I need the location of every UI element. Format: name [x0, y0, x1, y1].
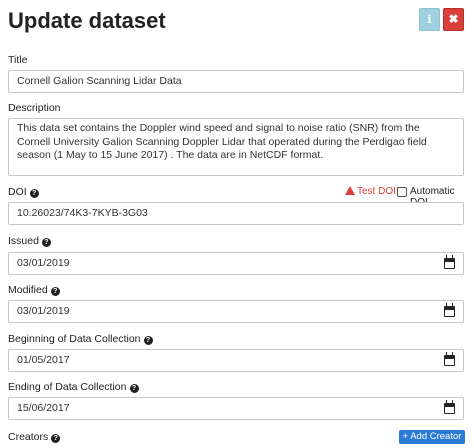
end-collection-date-value: 15/06/2017 — [17, 402, 70, 414]
add-creator-button[interactable]: + Add Creator — [399, 430, 465, 444]
end-collection-label: Ending of Data Collection — [8, 381, 127, 393]
calendar-icon[interactable] — [444, 400, 455, 414]
question-icon[interactable]: ? — [51, 434, 61, 443]
end-collection-date-input[interactable]: 15/06/2017 — [8, 397, 464, 420]
calendar-icon[interactable] — [444, 303, 455, 317]
calendar-icon[interactable] — [444, 352, 455, 366]
doi-label-row: DOI? — [8, 186, 39, 198]
title-input[interactable]: Cornell Galion Scanning Lidar Data — [8, 70, 464, 93]
title-label: Title — [8, 54, 28, 66]
begin-collection-date-input[interactable]: 01/05/2017 — [8, 349, 464, 372]
description-label: Description — [8, 102, 61, 114]
begin-collection-label: Beginning of Data Collection — [8, 333, 141, 345]
close-button[interactable]: ✖ — [443, 8, 464, 31]
creators-label: Creators — [8, 431, 49, 443]
question-icon[interactable]: ? — [143, 336, 153, 345]
calendar-icon[interactable] — [444, 255, 455, 269]
begin-collection-date-value: 01/05/2017 — [17, 354, 70, 366]
question-icon[interactable]: ? — [50, 287, 60, 296]
test-doi-warning: Test DOI! — [345, 186, 399, 197]
modified-label: Modified — [8, 284, 48, 296]
begin-collection-label-row: Beginning of Data Collection? — [8, 333, 153, 345]
issued-label: Issued — [8, 235, 39, 247]
issued-date-input[interactable]: 03/01/2019 — [8, 252, 464, 275]
modal-header: Update dataset i ✖ — [0, 0, 474, 44]
warning-icon — [345, 186, 355, 195]
description-textarea[interactable]: This data set contains the Doppler wind … — [8, 118, 464, 176]
modified-date-value: 03/01/2019 — [17, 305, 70, 317]
page-title: Update dataset — [8, 8, 166, 33]
modified-label-row: Modified? — [8, 284, 60, 296]
issued-label-row: Issued? — [8, 235, 51, 247]
automatic-doi-checkbox[interactable] — [397, 187, 407, 197]
issued-date-value: 03/01/2019 — [17, 257, 70, 269]
info-icon: i — [427, 13, 432, 26]
close-icon: ✖ — [448, 12, 459, 26]
test-doi-text: Test DOI! — [357, 186, 399, 197]
modified-date-input[interactable]: 03/01/2019 — [8, 300, 464, 323]
info-button[interactable]: i — [419, 8, 440, 31]
doi-label: DOI — [8, 186, 27, 198]
question-icon[interactable]: ? — [129, 384, 139, 393]
end-collection-label-row: Ending of Data Collection? — [8, 381, 139, 393]
doi-input[interactable]: 10.26023/74K3-7KYB-3G03 — [8, 202, 464, 225]
question-icon[interactable]: ? — [41, 238, 51, 247]
creators-label-row: Creators? — [8, 431, 61, 443]
question-icon[interactable]: ? — [29, 189, 39, 198]
